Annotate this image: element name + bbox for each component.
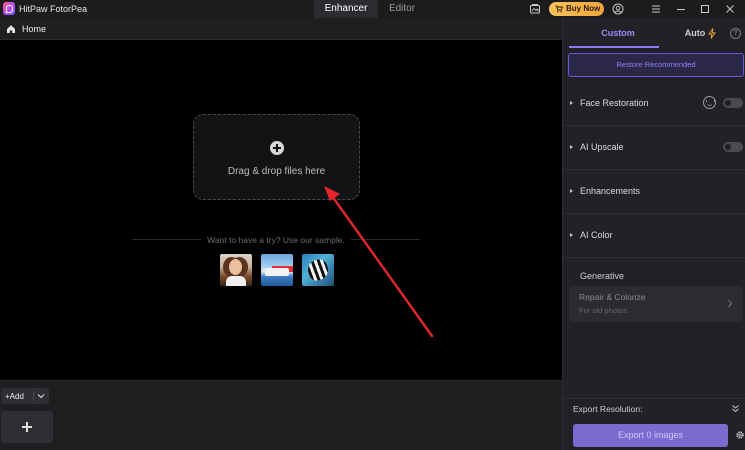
generative-heading: Generative	[580, 271, 625, 281]
add-button[interactable]: +Add	[1, 388, 49, 404]
repair-colorize-card[interactable]: Repair & Colorize For old photos	[569, 286, 743, 322]
section-ai-color[interactable]: AI Color	[563, 214, 745, 258]
breadcrumb: Home	[0, 18, 562, 40]
gear-icon[interactable]	[735, 430, 745, 440]
caret-right-icon	[570, 189, 573, 193]
title-bar: HitPaw FotorPea Enhancer Editor Buy Now	[0, 0, 745, 18]
tab-custom[interactable]: Custom	[589, 24, 647, 42]
export-resolution-row[interactable]: Export Resolution:	[563, 398, 745, 414]
export-resolution-label: Export Resolution:	[573, 404, 643, 414]
section-label: AI Upscale	[580, 142, 624, 152]
help-icon[interactable]: ?	[730, 28, 741, 39]
section-label: Face Restoration	[580, 98, 649, 108]
section-label: AI Color	[580, 230, 613, 240]
caret-right-icon	[570, 101, 573, 105]
sample-prompt: Want to have a try? Use our sample.	[132, 235, 420, 245]
drop-zone-text: Drag & drop files here	[227, 166, 326, 177]
repair-subtitle: For old photos	[579, 306, 627, 315]
maximize-icon[interactable]	[699, 3, 711, 15]
add-label: +Add	[5, 392, 24, 401]
add-separator	[33, 391, 34, 401]
settings-panel: Custom Auto ? Restore Recommended Face R…	[562, 18, 745, 450]
section-ai-upscale[interactable]: AI Upscale	[563, 126, 745, 170]
section-face-restoration[interactable]: Face Restoration	[563, 82, 745, 126]
face-icon[interactable]	[703, 96, 716, 109]
tab-custom-indicator	[569, 46, 659, 48]
home-icon[interactable]	[6, 24, 16, 34]
repair-title: Repair & Colorize	[579, 292, 646, 302]
sample-thumbnail-ship[interactable]	[261, 254, 293, 286]
buy-now-button[interactable]: Buy Now	[549, 2, 604, 16]
menu-icon[interactable]	[650, 3, 662, 15]
thumbnail-strip: +Add	[0, 380, 562, 450]
account-icon[interactable]	[612, 3, 624, 15]
caret-right-icon	[570, 145, 573, 149]
close-icon[interactable]	[724, 3, 736, 15]
buy-now-label: Buy Now	[566, 4, 601, 13]
app-title: HitPaw FotorPea	[19, 4, 88, 14]
double-chevron-down-icon[interactable]	[731, 404, 740, 413]
app-logo	[3, 2, 15, 15]
tab-editor[interactable]: Editor	[380, 0, 424, 18]
gallery-icon[interactable]	[529, 3, 541, 15]
workspace-canvas: Drag & drop files here Want to have a tr…	[0, 40, 562, 380]
cart-icon	[555, 5, 563, 13]
section-enhancements[interactable]: Enhancements	[563, 170, 745, 214]
ai-upscale-toggle[interactable]	[723, 142, 743, 152]
minimize-icon[interactable]	[675, 3, 687, 15]
add-image-tile[interactable]	[1, 411, 53, 443]
home-link[interactable]: Home	[22, 24, 46, 34]
section-label: Enhancements	[580, 186, 641, 196]
drop-zone[interactable]: Drag & drop files here	[193, 114, 360, 200]
restore-recommended-button[interactable]: Restore Recommended	[568, 53, 744, 77]
tab-enhancer[interactable]: Enhancer	[314, 0, 378, 18]
chevron-right-icon	[728, 299, 733, 308]
lightning-icon	[708, 28, 716, 39]
caret-right-icon	[570, 233, 573, 237]
export-button[interactable]: Export 0 images	[573, 424, 728, 447]
face-restoration-toggle[interactable]	[723, 98, 743, 108]
sample-thumbnail-fish[interactable]	[302, 254, 334, 286]
sample-thumbnail-portrait[interactable]	[220, 254, 252, 286]
add-file-icon[interactable]	[270, 141, 284, 155]
chevron-down-icon[interactable]	[37, 393, 45, 399]
